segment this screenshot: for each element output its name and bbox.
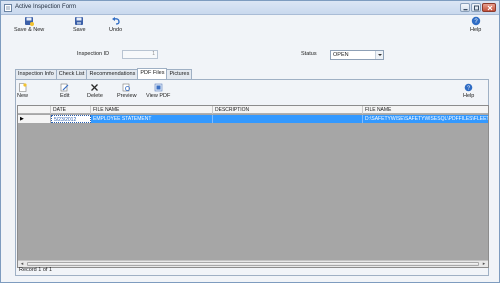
save-new-icon <box>25 17 35 26</box>
help-icon: ? <box>464 83 473 92</box>
pdf-files-panel: New Edit Delete Preview View PDF ? Help … <box>15 79 489 276</box>
pdf-help-button[interactable]: ? Help <box>463 83 474 99</box>
cell-file-name[interactable]: EMPLOYEE STATEMENT <box>91 115 213 123</box>
scrollbar-thumb[interactable] <box>27 262 479 266</box>
tab-recommendations[interactable]: Recommendations <box>86 69 139 79</box>
pdf-files-grid[interactable]: DATE FILE NAME DESCRIPTION FILE NAME ▶ 5… <box>17 105 489 268</box>
preview-button[interactable]: Preview <box>117 83 137 99</box>
grid-header: DATE FILE NAME DESCRIPTION FILE NAME <box>18 106 488 114</box>
cell-description[interactable] <box>213 115 363 123</box>
help-button[interactable]: ? Help <box>470 16 481 33</box>
cell-date[interactable]: 5/23/2012 <box>51 115 91 123</box>
pdf-toolbar: New Edit Delete Preview View PDF ? Help <box>16 80 488 102</box>
delete-label: Delete <box>87 93 103 99</box>
save-new-button[interactable]: Save & New <box>14 16 44 33</box>
new-button[interactable]: New <box>17 83 28 99</box>
status-value: OPEN <box>333 52 349 58</box>
edit-icon <box>60 83 69 92</box>
row-indicator[interactable]: ▶ <box>18 115 51 123</box>
table-row[interactable]: ▶ 5/23/2012 EMPLOYEE STATEMENT D:\SAFETY… <box>18 115 488 123</box>
help-icon: ? <box>471 16 480 26</box>
status-dropdown[interactable]: OPEN <box>330 50 384 60</box>
undo-label: Undo <box>109 27 123 33</box>
preview-label: Preview <box>117 93 137 99</box>
tab-pictures[interactable]: Pictures <box>166 69 193 79</box>
edit-label: Edit <box>60 93 70 99</box>
inspection-form-window: Active Inspection Form Save & New Save U… <box>0 0 500 283</box>
minimize-button[interactable] <box>460 3 470 12</box>
tab-inspection-info[interactable]: Inspection Info <box>15 69 57 79</box>
delete-icon <box>91 84 99 91</box>
maximize-button[interactable] <box>471 3 481 12</box>
help-label: Help <box>470 27 482 33</box>
column-header-date[interactable]: DATE <box>51 106 91 114</box>
svg-text:?: ? <box>467 86 470 92</box>
save-new-label: Save & New <box>14 27 45 33</box>
view-pdf-icon <box>154 83 162 92</box>
new-label: New <box>17 93 29 99</box>
record-count: Record 1 of 1 <box>19 267 53 273</box>
chevron-down-icon[interactable] <box>375 51 383 59</box>
undo-icon <box>111 17 120 25</box>
status-label: Status <box>301 51 317 57</box>
column-header-file-name[interactable]: FILE NAME <box>91 106 213 114</box>
save-label: Save <box>73 27 86 33</box>
save-button[interactable]: Save <box>73 16 86 33</box>
window-title: Active Inspection Form <box>15 4 77 10</box>
row-header-corner <box>18 106 51 114</box>
tab-pdf-files[interactable]: PDF Files <box>137 68 168 79</box>
cell-file-path[interactable]: D:\SAFETYWISE\SAFETYWISESQL\PDFFILES\FLE… <box>363 115 488 123</box>
minimize-icon <box>463 9 468 11</box>
new-file-icon <box>19 83 27 92</box>
main-toolbar: Save & New Save Undo ? Help <box>1 15 499 37</box>
preview-icon <box>122 83 131 92</box>
scroll-right-icon[interactable]: ▸ <box>480 261 488 267</box>
column-header-file-path[interactable]: FILE NAME <box>363 106 488 114</box>
inspection-id-field[interactable]: 1 <box>122 50 158 59</box>
view-pdf-button[interactable]: View PDF <box>146 83 170 99</box>
inspection-id-label: Inspection ID <box>77 51 110 57</box>
close-icon <box>487 5 493 11</box>
tab-check-list[interactable]: Check List <box>55 69 88 79</box>
maximize-icon <box>474 5 479 11</box>
edit-button[interactable]: Edit <box>60 83 69 99</box>
undo-button[interactable]: Undo <box>109 16 122 33</box>
tab-strip: Inspection Info Check List Recommendatio… <box>15 68 193 79</box>
view-pdf-label: View PDF <box>146 93 171 99</box>
horizontal-scrollbar[interactable]: ◂ ▸ <box>18 260 488 267</box>
pdf-help-label: Help <box>463 93 475 99</box>
form-icon <box>4 4 12 12</box>
delete-button[interactable]: Delete <box>87 83 103 99</box>
column-header-description[interactable]: DESCRIPTION <box>213 106 363 114</box>
title-bar: Active Inspection Form <box>1 1 499 15</box>
close-button[interactable] <box>482 3 496 12</box>
save-icon <box>75 17 84 25</box>
